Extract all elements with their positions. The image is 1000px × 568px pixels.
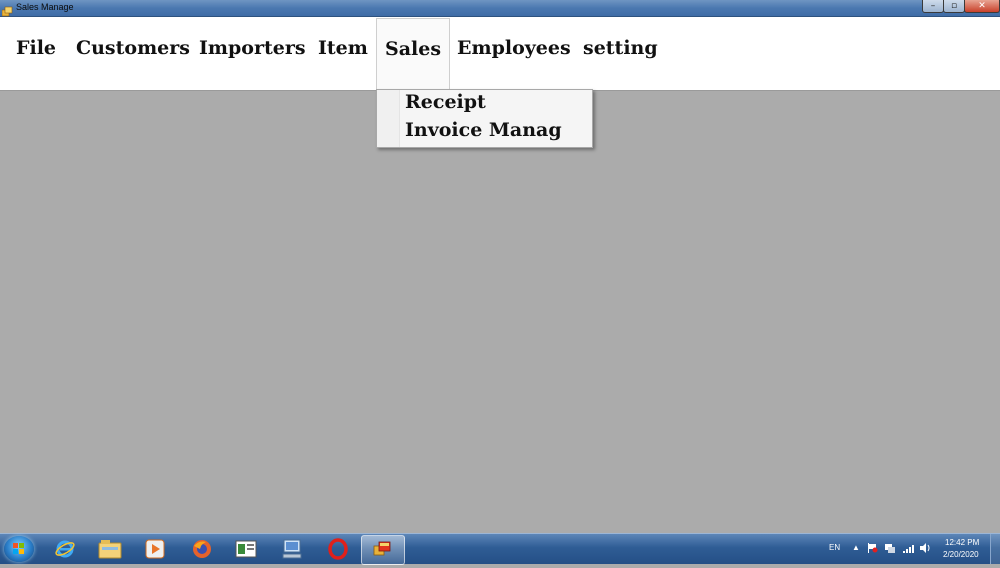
clock-date[interactable]: 2/20/2020 — [943, 550, 979, 559]
window-app-icon[interactable] — [234, 538, 258, 560]
window-title: Sales Manage — [16, 2, 74, 12]
language-indicator[interactable]: EN — [829, 543, 840, 552]
volume-icon[interactable] — [919, 542, 933, 554]
show-hidden-icons-icon[interactable]: ▲ — [852, 543, 860, 552]
media-player-icon[interactable] — [143, 538, 167, 560]
minimize-button[interactable]: – — [922, 0, 944, 13]
menu-sales[interactable]: Sales — [376, 18, 451, 90]
sales-app-taskbar-button[interactable] — [361, 535, 405, 565]
action-center-flag-icon[interactable] — [866, 542, 878, 554]
maximize-button[interactable]: ▫ — [943, 0, 965, 13]
network-icon[interactable] — [884, 542, 896, 554]
computer-icon[interactable] — [280, 538, 304, 560]
signal-icon[interactable] — [902, 542, 916, 554]
app-icon — [1, 2, 13, 17]
clock-time[interactable]: 12:42 PM — [945, 538, 979, 547]
title-bar[interactable]: Sales Manage – ▫ ✕ — [0, 0, 1000, 17]
menu-item-receipt[interactable]: Receipt — [405, 91, 486, 113]
internet-explorer-icon[interactable] — [53, 538, 77, 560]
start-button[interactable] — [4, 536, 34, 562]
file-explorer-icon[interactable] — [98, 538, 122, 560]
menu-gutter — [377, 90, 400, 147]
menu-bar: File Customers Importers Item Sales Empl… — [0, 17, 1000, 91]
menu-importers[interactable]: Importers — [199, 37, 306, 59]
menu-item[interactable]: Item — [318, 37, 368, 59]
menu-employees[interactable]: Employees — [457, 37, 571, 59]
firefox-icon[interactable] — [190, 538, 214, 560]
opera-icon[interactable] — [326, 538, 350, 560]
close-button[interactable]: ✕ — [964, 0, 1000, 13]
mdi-workspace — [0, 91, 1000, 533]
menu-file[interactable]: File — [16, 37, 56, 59]
sales-dropdown-menu: Receipt Invoice Manag — [376, 89, 593, 148]
taskbar: EN ▲ 12:42 PM 2/20/2020 — [0, 533, 1000, 565]
menu-customers[interactable]: Customers — [76, 37, 190, 59]
menu-item-invoice-manag[interactable]: Invoice Manag — [405, 119, 562, 141]
menu-setting[interactable]: setting — [583, 37, 658, 59]
show-desktop-button[interactable] — [990, 534, 1000, 564]
